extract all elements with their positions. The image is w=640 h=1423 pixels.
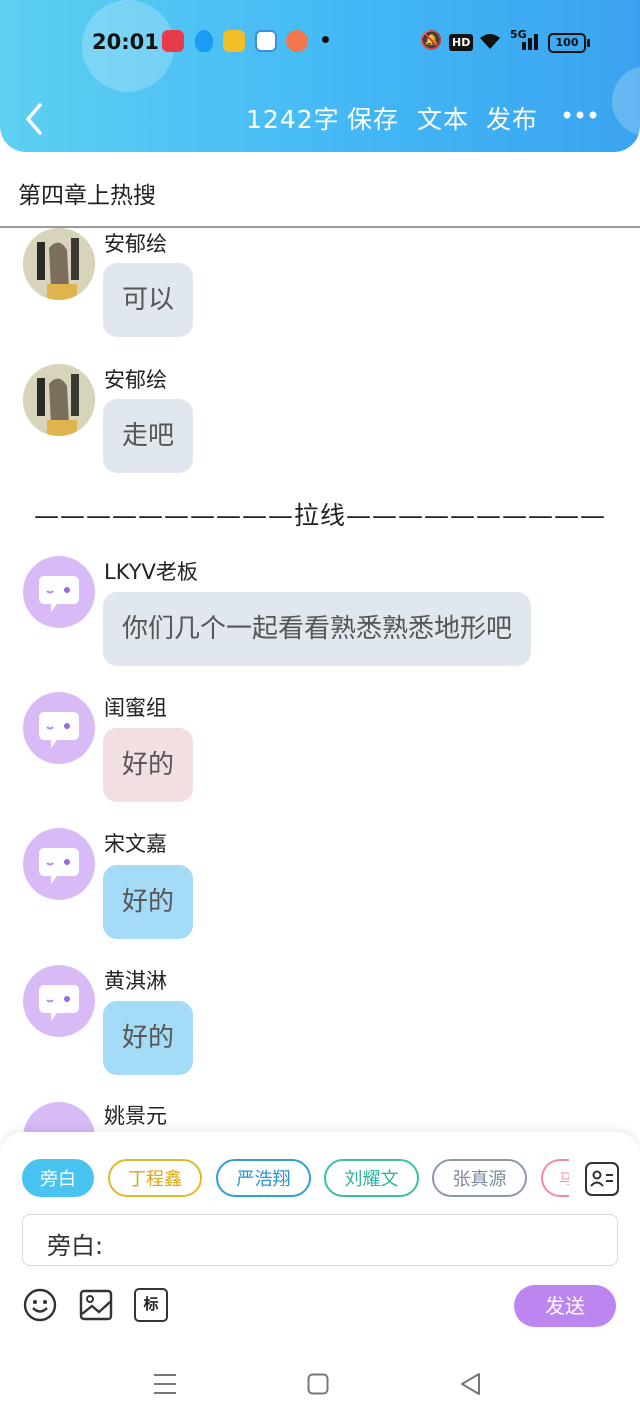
sender-name: LKYV老板 — [104, 560, 198, 584]
chapter-title[interactable]: 第四章上热搜 — [18, 176, 156, 210]
text-button[interactable]: 文本 — [417, 100, 469, 136]
app-notification-icon — [162, 30, 184, 52]
image-icon[interactable] — [79, 1288, 113, 1322]
chat-cloud-icon — [39, 576, 79, 612]
hd-icon: HD — [449, 34, 474, 51]
avatar[interactable] — [23, 364, 95, 436]
sender-name: 宋文嘉 — [104, 832, 167, 856]
editor-toolbar: 1242字 保存 文本 发布 — [0, 96, 640, 142]
message-bubble[interactable]: 可以 — [103, 263, 194, 337]
emoji-icon[interactable] — [23, 1288, 57, 1322]
contact-card-icon — [590, 1170, 613, 1187]
role-chip[interactable]: 张真源 — [432, 1159, 527, 1197]
chat-cloud-icon — [39, 848, 79, 884]
avatar[interactable] — [23, 965, 95, 1037]
save-button[interactable]: 保存 — [347, 100, 399, 136]
message-bubble[interactable]: 好的 — [103, 1001, 194, 1075]
role-manager-button[interactable] — [585, 1162, 619, 1196]
status-time: 20:01 — [92, 30, 159, 54]
wallet-icon — [255, 30, 277, 52]
wifi-icon — [480, 34, 500, 49]
mark-button[interactable]: 标 — [134, 1288, 168, 1322]
message-bubble[interactable]: 好的 — [103, 865, 194, 939]
sender-name: 安郁绘 — [104, 368, 167, 392]
chat-cloud-icon — [39, 712, 79, 748]
status-bar: 20:01 🔕 HD 5G 100 — [0, 26, 640, 60]
home-icon[interactable] — [307, 1373, 329, 1395]
sender-name: 闺蜜组 — [104, 696, 167, 720]
sender-name: 安郁绘 — [104, 232, 167, 256]
word-count: 1242字 — [246, 105, 340, 134]
app-icon — [286, 30, 308, 52]
divider-line[interactable]: ——————————拉线—————————— — [0, 496, 640, 532]
composer-panel: 旁白 丁程鑫 严浩翔 刘耀文 张真源 马 旁白: 标 发送 — [0, 1132, 640, 1346]
avatar[interactable] — [23, 228, 95, 300]
avatar-photo — [23, 228, 95, 300]
chat-cloud-icon — [39, 985, 79, 1021]
back-arrow-icon[interactable] — [24, 102, 44, 136]
sender-name: 姚景元 — [104, 1104, 167, 1128]
publish-button[interactable]: 发布 — [486, 100, 538, 136]
qq-icon — [195, 30, 213, 52]
menu-icon[interactable] — [153, 1373, 177, 1395]
avatar[interactable] — [23, 556, 95, 628]
more-options-icon[interactable] — [562, 110, 598, 120]
role-chip[interactable]: 刘耀文 — [324, 1159, 419, 1197]
avatar-photo — [23, 364, 95, 436]
message-bubble[interactable]: 好的 — [103, 728, 194, 802]
input-prefix: 旁白: — [47, 1232, 104, 1260]
weibo-icon — [223, 30, 245, 52]
role-chip-narration[interactable]: 旁白 — [22, 1159, 94, 1197]
avatar[interactable] — [23, 692, 95, 764]
more-notifications-dot — [322, 36, 329, 43]
battery-icon: 100 — [548, 33, 590, 53]
mute-icon: 🔕 — [420, 30, 443, 51]
role-chip[interactable]: 严浩翔 — [216, 1159, 311, 1197]
back-triangle-icon[interactable] — [459, 1372, 481, 1396]
message-input[interactable]: 旁白: — [22, 1214, 618, 1266]
signal-icon — [522, 34, 538, 50]
message-bubble[interactable]: 你们几个一起看看熟悉熟悉地形吧 — [103, 592, 532, 666]
system-nav-bar — [0, 1346, 640, 1423]
app-header: 20:01 🔕 HD 5G 100 1242字 保存 文本 发布 — [0, 0, 640, 152]
avatar[interactable] — [23, 828, 95, 900]
send-button[interactable]: 发送 — [514, 1285, 616, 1327]
sender-name: 黄淇淋 — [104, 969, 167, 993]
role-chip[interactable]: 马 — [541, 1159, 569, 1197]
message-bubble[interactable]: 走吧 — [103, 399, 194, 473]
role-chip[interactable]: 丁程鑫 — [108, 1159, 202, 1197]
chapter-title-bar[interactable]: 第四章上热搜 — [0, 152, 640, 228]
